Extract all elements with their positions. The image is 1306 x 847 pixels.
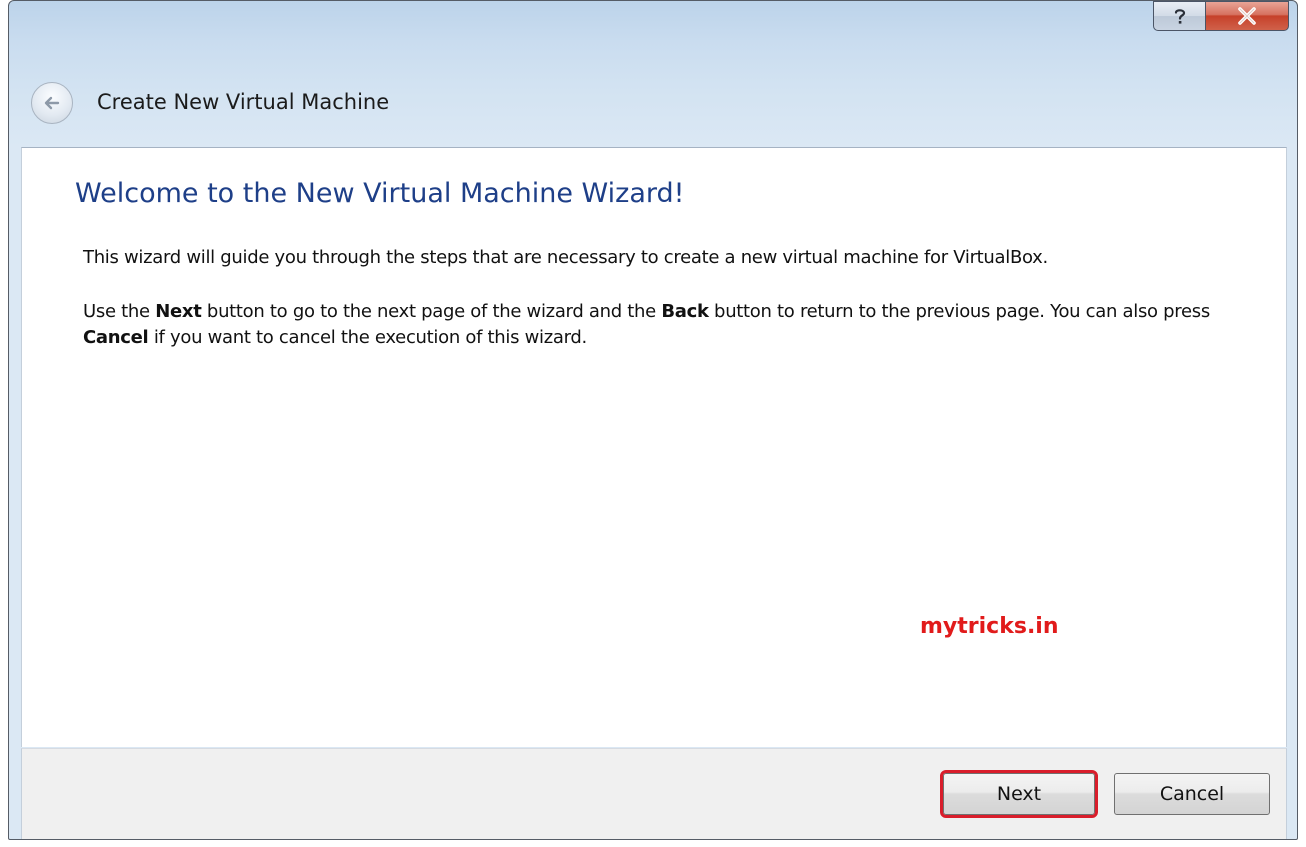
instructions-text: Use the [83, 301, 156, 322]
wizard-footer: Next Cancel [21, 748, 1287, 839]
back-keyword: Back [661, 301, 709, 322]
close-button[interactable] [1205, 1, 1289, 31]
back-arrow-icon[interactable] [31, 82, 73, 124]
welcome-heading: Welcome to the New Virtual Machine Wizar… [75, 178, 685, 209]
instructions-text: if you want to cancel the execution of t… [148, 327, 587, 348]
close-x-icon [1238, 7, 1256, 25]
next-button[interactable]: Next [940, 770, 1098, 818]
instructions-paragraph: Use the Next button to go to the next pa… [83, 299, 1263, 351]
cancel-keyword: Cancel [83, 327, 149, 348]
instructions-text: button to return to the previous page. Y… [708, 301, 1210, 322]
watermark-text: mytricks.in [920, 614, 1059, 639]
wizard-title: Create New Virtual Machine [97, 90, 390, 114]
help-question-icon [1174, 9, 1185, 24]
wizard-content: Welcome to the New Virtual Machine Wizar… [21, 147, 1287, 747]
back-arrow-glyph [44, 96, 60, 110]
titlebar-controls [1153, 1, 1289, 39]
wizard-window: Create New Virtual Machine Welcome to th… [8, 0, 1298, 840]
wizard-header: Create New Virtual Machine [9, 63, 1297, 143]
cancel-button[interactable]: Cancel [1114, 773, 1270, 815]
instructions-text: button to go to the next page of the wiz… [201, 301, 662, 322]
help-button[interactable] [1153, 1, 1205, 31]
next-keyword: Next [155, 301, 202, 322]
intro-paragraph: This wizard will guide you through the s… [83, 247, 1048, 268]
